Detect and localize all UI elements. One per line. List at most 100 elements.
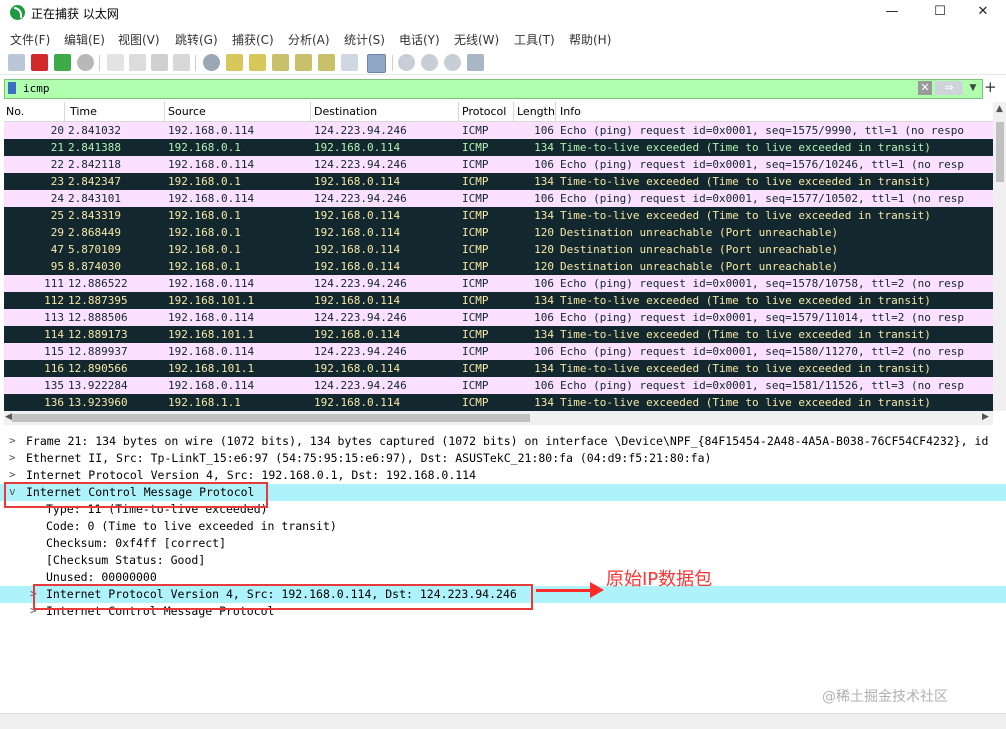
packet-cell-src: 192.168.0.114: [168, 345, 255, 358]
annotation-arrow: [536, 589, 592, 592]
detail-tree-item[interactable]: Code: 0 (Time to live exceeded in transi…: [0, 518, 1006, 535]
filter-history-dropdown-icon[interactable]: ▼: [967, 81, 979, 95]
packet-cell-info: Destination unreachable (Port unreachabl…: [560, 243, 839, 256]
column-source[interactable]: Source: [168, 105, 206, 118]
packet-row[interactable]: 136 13.923960 192.168.1.1 192.168.0.114 ICMP…: [4, 394, 993, 411]
packet-details-pane[interactable]: > Frame 21: 134 bytes on wire (1072 bits)…: [0, 433, 1006, 713]
details-horizontal-scrollbar[interactable]: [0, 713, 1006, 729]
scrollbar-thumb[interactable]: [996, 122, 1004, 182]
bookmark-icon[interactable]: [8, 82, 16, 94]
detail-tree-item[interactable]: > Frame 21: 134 bytes on wire (1072 bits)…: [0, 433, 1006, 450]
column-time[interactable]: Time: [70, 105, 97, 118]
resize-columns-icon[interactable]: [467, 54, 484, 71]
go-to-packet-icon[interactable]: [272, 54, 289, 71]
display-filter-input[interactable]: icmp: [23, 82, 50, 95]
column-info[interactable]: Info: [560, 105, 581, 118]
chevron-right-icon[interactable]: >: [9, 468, 16, 481]
column-protocol[interactable]: Protocol: [462, 105, 506, 118]
scroll-up-arrow-icon[interactable]: ▲: [996, 104, 1003, 114]
menu-capture[interactable]: 捕获(C): [232, 31, 274, 48]
packet-row[interactable]: 135 13.922284 192.168.0.114 124.223.94.246 I…: [4, 377, 993, 394]
column-divider[interactable]: [458, 102, 459, 121]
menu-tools[interactable]: 工具(T): [514, 31, 555, 48]
packet-row[interactable]: 20 2.841032 192.168.0.114 124.223.94.246 ICM…: [4, 122, 993, 139]
go-back-icon[interactable]: [226, 54, 243, 71]
menu-view[interactable]: 视图(V): [118, 31, 160, 48]
column-divider[interactable]: [64, 102, 65, 121]
close-file-icon[interactable]: [151, 54, 168, 71]
scroll-left-arrow-icon[interactable]: ◀: [5, 412, 12, 422]
detail-tree-item[interactable]: > Ethernet II, Src: Tp-LinkT_15:e6:97 (54…: [0, 450, 1006, 467]
column-divider[interactable]: [555, 102, 556, 121]
column-divider[interactable]: [310, 102, 311, 121]
packet-row[interactable]: 113 12.888506 192.168.0.114 124.223.94.246 I…: [4, 309, 993, 326]
menu-help[interactable]: 帮助(H): [569, 31, 611, 48]
packet-row[interactable]: 23 2.842347 192.168.0.1 192.168.0.114 ICMP 13…: [4, 173, 993, 190]
packet-row[interactable]: 24 2.843101 192.168.0.114 124.223.94.246 ICM…: [4, 190, 993, 207]
add-filter-button[interactable]: +: [984, 78, 997, 96]
packet-cell-info: Echo (ping) request id=0x0001, seq=1578/…: [560, 277, 964, 290]
packet-row[interactable]: 114 12.889173 192.168.101.1 192.168.0.114 IC…: [4, 326, 993, 343]
shark-fin-start-icon[interactable]: [8, 54, 25, 71]
close-button[interactable]: ✕: [960, 0, 1006, 26]
column-destination[interactable]: Destination: [314, 105, 377, 118]
packet-list[interactable]: No. Time Source Destination Protocol Len…: [4, 102, 993, 411]
chevron-right-icon[interactable]: >: [9, 434, 16, 447]
reload-file-icon[interactable]: [173, 54, 190, 71]
menu-go[interactable]: 跳转(G): [175, 31, 218, 48]
column-divider[interactable]: [164, 102, 165, 121]
auto-scroll-icon[interactable]: [341, 54, 358, 71]
column-no[interactable]: No.: [6, 105, 24, 118]
packet-cell-len: 106: [534, 192, 554, 205]
menu-file[interactable]: 文件(F): [10, 31, 50, 48]
clear-filter-icon[interactable]: ✕: [918, 81, 932, 95]
packet-list-horizontal-scrollbar[interactable]: ◀ ▶: [4, 411, 993, 425]
zoom-reset-icon[interactable]: [444, 54, 461, 71]
packet-row[interactable]: 21 2.841388 192.168.0.1 192.168.0.114 ICMP 13…: [4, 139, 993, 156]
go-to-last-icon[interactable]: [318, 54, 335, 71]
packet-row[interactable]: 25 2.843319 192.168.0.1 192.168.0.114 ICMP 13…: [4, 207, 993, 224]
packet-row[interactable]: 29 2.868449 192.168.0.1 192.168.0.114 ICMP 12…: [4, 224, 993, 241]
open-file-icon[interactable]: [107, 54, 124, 71]
detail-tree-item[interactable]: [Checksum Status: Good]: [0, 552, 1006, 569]
packet-row[interactable]: 115 12.889937 192.168.0.114 124.223.94.246 I…: [4, 343, 993, 360]
menu-edit[interactable]: 编辑(E): [64, 31, 105, 48]
maximize-button[interactable]: ☐: [917, 0, 963, 26]
packet-row[interactable]: 116 12.890566 192.168.101.1 192.168.0.114 IC…: [4, 360, 993, 377]
packet-row[interactable]: 111 12.886522 192.168.0.114 124.223.94.246 I…: [4, 275, 993, 292]
chevron-right-icon[interactable]: >: [9, 451, 16, 464]
column-divider[interactable]: [513, 102, 514, 121]
detail-tree-item[interactable]: Checksum: 0xf4ff [correct]: [0, 535, 1006, 552]
scrollbar-thumb[interactable]: [12, 414, 530, 422]
packet-row[interactable]: 112 12.887395 192.168.101.1 192.168.0.114 IC…: [4, 292, 993, 309]
packet-cell-info: Destination unreachable (Port unreachabl…: [560, 260, 839, 273]
capture-options-icon[interactable]: [77, 54, 94, 71]
menu-telephony[interactable]: 电话(Y): [399, 31, 440, 48]
main-toolbar: [0, 52, 1006, 75]
menu-wireless[interactable]: 无线(W): [454, 31, 499, 48]
packet-row[interactable]: 22 2.842118 192.168.0.114 124.223.94.246 ICM…: [4, 156, 993, 173]
packet-cell-src: 192.168.0.114: [168, 192, 255, 205]
packet-list-vertical-scrollbar[interactable]: ▲: [993, 102, 1006, 411]
zoom-in-icon[interactable]: [398, 54, 415, 71]
packet-cell-src: 192.168.101.1: [168, 328, 255, 341]
zoom-out-icon[interactable]: [421, 54, 438, 71]
colorize-icon[interactable]: [367, 54, 386, 73]
scroll-right-arrow-icon[interactable]: ▶: [982, 412, 989, 422]
packet-cell-proto: ICMP: [462, 362, 489, 375]
menu-analyze[interactable]: 分析(A): [288, 31, 330, 48]
menu-statistics[interactable]: 统计(S): [344, 31, 385, 48]
go-to-first-icon[interactable]: [295, 54, 312, 71]
packet-row[interactable]: 47 5.870109 192.168.0.1 192.168.0.114 ICMP 12…: [4, 241, 993, 258]
packet-cell-no: 24: [50, 192, 64, 205]
packet-cell-len: 134: [534, 209, 554, 222]
column-length[interactable]: Length: [517, 105, 555, 118]
apply-filter-arrow-icon[interactable]: ⇒: [935, 81, 963, 95]
find-packet-icon[interactable]: [203, 54, 220, 71]
save-file-icon[interactable]: [129, 54, 146, 71]
restart-capture-icon[interactable]: [54, 54, 71, 71]
minimize-button[interactable]: —: [869, 0, 915, 26]
packet-row[interactable]: 95 8.874030 192.168.0.1 192.168.0.114 ICMP 12…: [4, 258, 993, 275]
stop-capture-icon[interactable]: [31, 54, 48, 71]
go-forward-icon[interactable]: [249, 54, 266, 71]
